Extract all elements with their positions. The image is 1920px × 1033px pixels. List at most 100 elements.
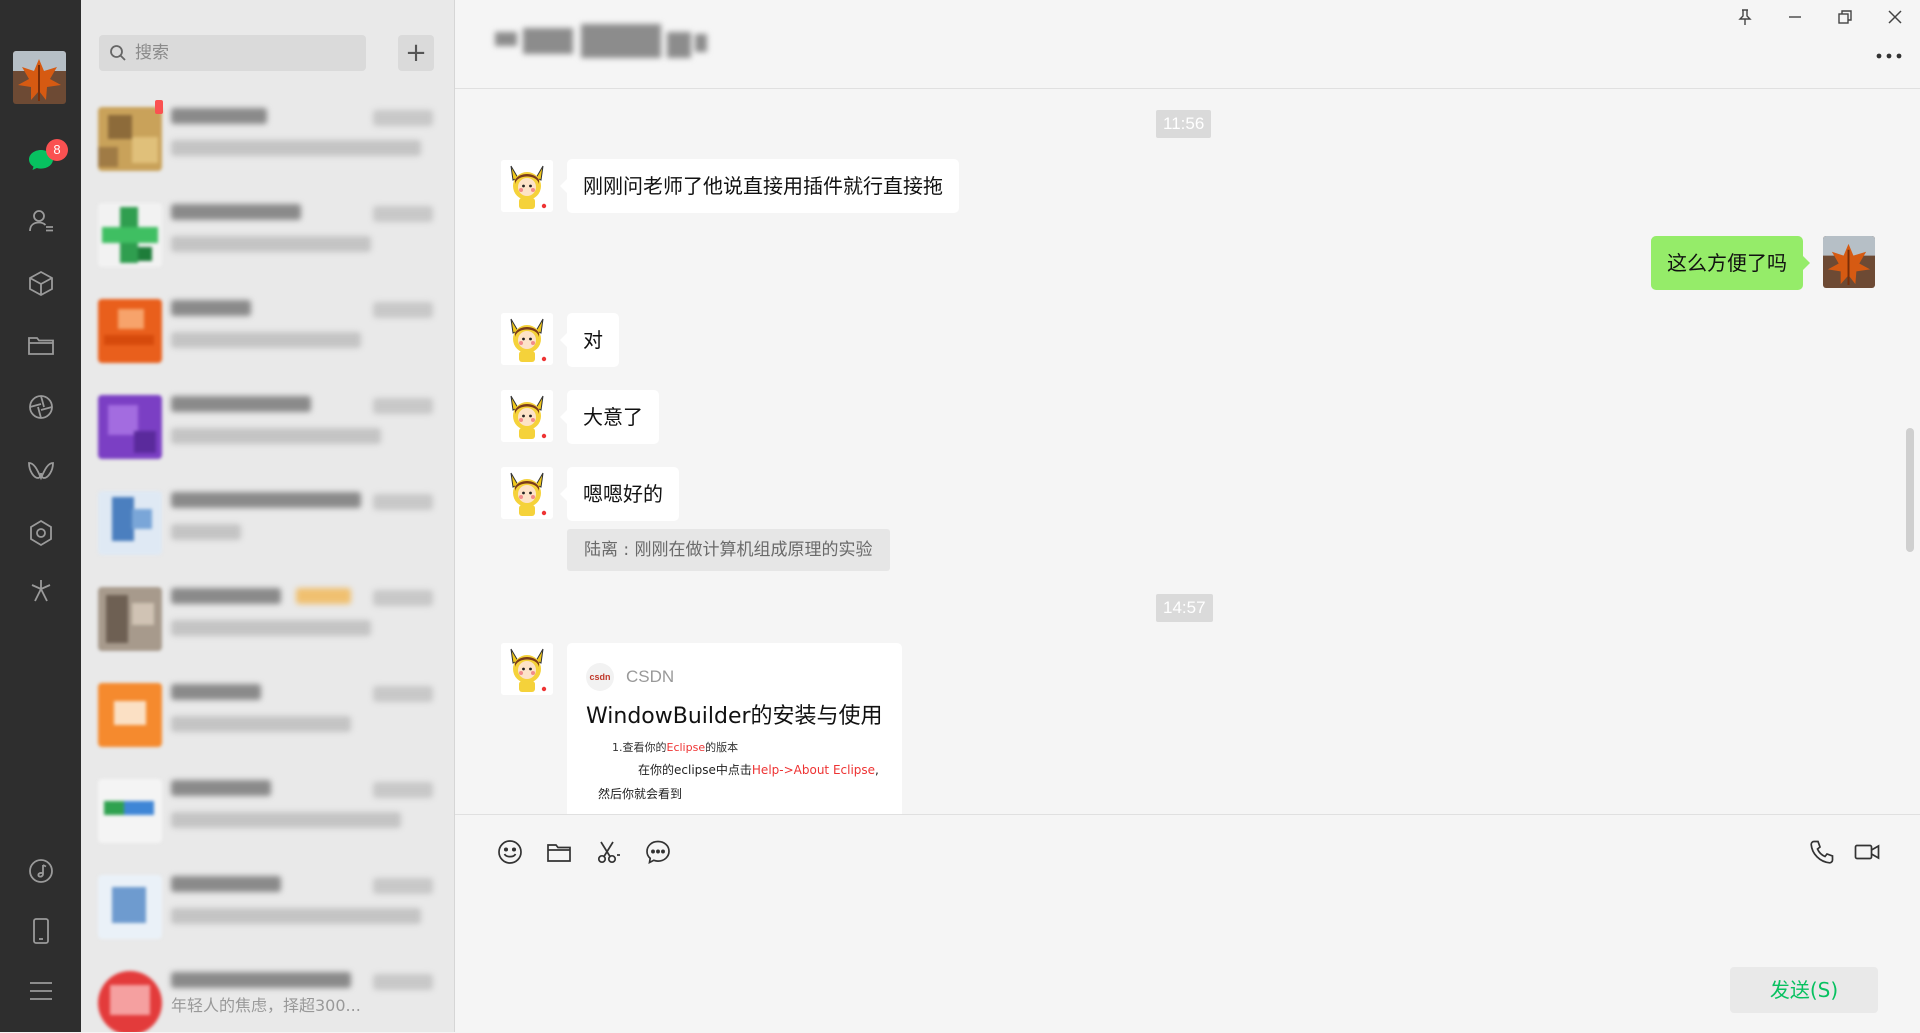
favorites-icon <box>28 270 53 297</box>
nav-menu[interactable] <box>0 966 81 1016</box>
nav-channels[interactable] <box>0 446 81 496</box>
link-card-title: WindowBuilder的安装与使用 <box>586 704 883 729</box>
nav-moments[interactable] <box>0 382 81 432</box>
emoji-button[interactable] <box>493 835 527 869</box>
phone-icon <box>32 918 49 944</box>
chat-header <box>455 0 1920 89</box>
link-card-source-name: CSDN <box>626 667 675 686</box>
nav-chat[interactable]: 8 <box>0 135 81 185</box>
message-list: 11:56 刚刚问老师了他说直接用插件就行直接拖 这么方便了吗 对 大意了 嗯嗯… <box>455 89 1920 814</box>
conversation-item[interactable] <box>81 474 454 570</box>
emoji-icon <box>498 840 522 864</box>
conversation-avatar <box>98 491 162 555</box>
add-button[interactable]: + <box>398 35 434 71</box>
message-bubble-incoming[interactable]: 大意了 <box>560 390 659 444</box>
pin-button[interactable] <box>1725 2 1765 32</box>
message-scrollbar[interactable] <box>1906 428 1914 552</box>
timestamp: 14:57 <box>1156 594 1213 622</box>
close-button[interactable] <box>1875 2 1915 32</box>
channels-icon <box>27 462 54 481</box>
chat-title <box>495 24 735 62</box>
message-input[interactable] <box>485 883 1889 967</box>
chat-history-button[interactable] <box>641 835 675 869</box>
csdn-logo-icon: csdn <box>586 663 614 691</box>
quoted-message[interactable]: 陆离 : 刚刚在做计算机组成原理的实验 <box>567 529 890 571</box>
conversation-item[interactable] <box>81 858 454 954</box>
nav-favorites[interactable] <box>0 258 81 308</box>
conversation-avatar <box>98 779 162 843</box>
unread-dot <box>155 100 163 114</box>
conversation-avatar <box>98 971 162 1032</box>
conversation-avatar <box>98 395 162 459</box>
my-avatar[interactable] <box>13 51 66 104</box>
unread-badge: 8 <box>46 139 68 161</box>
screenshot-button[interactable] <box>591 835 625 869</box>
screenshot-icon <box>597 841 620 864</box>
nav-music[interactable] <box>0 846 81 896</box>
chat-panel: 11:56 刚刚问老师了他说直接用插件就行直接拖 这么方便了吗 对 大意了 嗯嗯… <box>455 0 1920 1033</box>
voice-call-button[interactable] <box>1805 835 1839 869</box>
maximize-icon <box>1838 10 1852 24</box>
nav-contacts[interactable] <box>0 196 81 246</box>
maximize-button[interactable] <box>1825 2 1865 32</box>
search-box[interactable] <box>99 35 366 71</box>
contact-avatar[interactable] <box>501 390 553 442</box>
nav-rail: 8 <box>0 0 81 1032</box>
nav-mini-programs[interactable] <box>0 508 81 558</box>
pin-icon <box>1738 9 1752 25</box>
contacts-icon <box>28 210 53 232</box>
conversation-avatar <box>98 299 162 363</box>
send-button[interactable]: 发送(S) <box>1730 967 1878 1013</box>
conversation-list-panel: + <box>81 0 455 1032</box>
link-card-preview-line: 然后你就会看到 <box>598 787 683 801</box>
minimize-icon <box>1789 16 1801 18</box>
timestamp: 11:56 <box>1156 110 1212 138</box>
link-card-preview-line: 在你的eclipse中点击Help->About Eclipse, <box>638 763 879 777</box>
more-button[interactable] <box>1872 44 1906 68</box>
conversation-item[interactable] <box>81 90 454 186</box>
conversation-item[interactable] <box>81 570 454 666</box>
contact-avatar[interactable] <box>501 467 553 519</box>
search-input[interactable] <box>135 35 355 71</box>
link-card[interactable]: csdn CSDN WindowBuilder的安装与使用 1.查看你的Ecli… <box>567 643 902 814</box>
nav-phone[interactable] <box>0 906 81 956</box>
conversation-avatar <box>98 683 162 747</box>
send-file-button[interactable] <box>542 835 576 869</box>
conversation-item[interactable] <box>81 378 454 474</box>
message-bubble-outgoing[interactable]: 这么方便了吗 <box>1651 236 1810 290</box>
conversation-item[interactable] <box>81 282 454 378</box>
nav-files[interactable] <box>0 320 81 370</box>
more-icon <box>1876 53 1902 59</box>
close-icon <box>1888 10 1902 24</box>
search-discover-icon <box>31 580 50 602</box>
link-card-preview-line: 1.查看你的Eclipse的版本 <box>612 741 739 754</box>
video-call-icon <box>1854 844 1880 860</box>
conversation-item[interactable] <box>81 186 454 282</box>
contact-avatar[interactable] <box>501 313 553 365</box>
my-message-avatar[interactable] <box>1823 236 1875 288</box>
message-bubble-incoming[interactable]: 嗯嗯好的 <box>560 467 679 521</box>
composer: 发送(S) <box>455 814 1920 1033</box>
menu-icon <box>29 982 52 1000</box>
contact-avatar[interactable] <box>501 160 553 212</box>
conversation-avatar <box>98 587 162 651</box>
voice-call-icon <box>1810 840 1834 864</box>
minimize-button[interactable] <box>1775 2 1815 32</box>
message-bubble-incoming[interactable]: 刚刚问老师了他说直接用插件就行直接拖 <box>560 159 959 213</box>
nav-search-discover[interactable] <box>0 566 81 616</box>
conversation-snippet: 年轻人的焦虑，择超300... <box>171 996 361 1015</box>
files-icon <box>27 337 54 355</box>
mini-programs-icon <box>29 519 52 547</box>
message-bubble-incoming[interactable]: 对 <box>560 313 619 367</box>
search-icon <box>110 45 126 61</box>
contact-avatar[interactable] <box>501 643 553 695</box>
video-call-button[interactable] <box>1850 835 1884 869</box>
conversation-item[interactable] <box>81 666 454 762</box>
moments-icon <box>28 395 53 419</box>
conversation-item[interactable]: 年轻人的焦虑，择超300... <box>81 954 454 1032</box>
conversation-avatar <box>98 875 162 939</box>
link-card-source: csdn CSDN <box>586 663 674 691</box>
chat-history-icon <box>646 840 670 865</box>
conversation-avatar <box>98 203 162 267</box>
conversation-item[interactable] <box>81 762 454 858</box>
